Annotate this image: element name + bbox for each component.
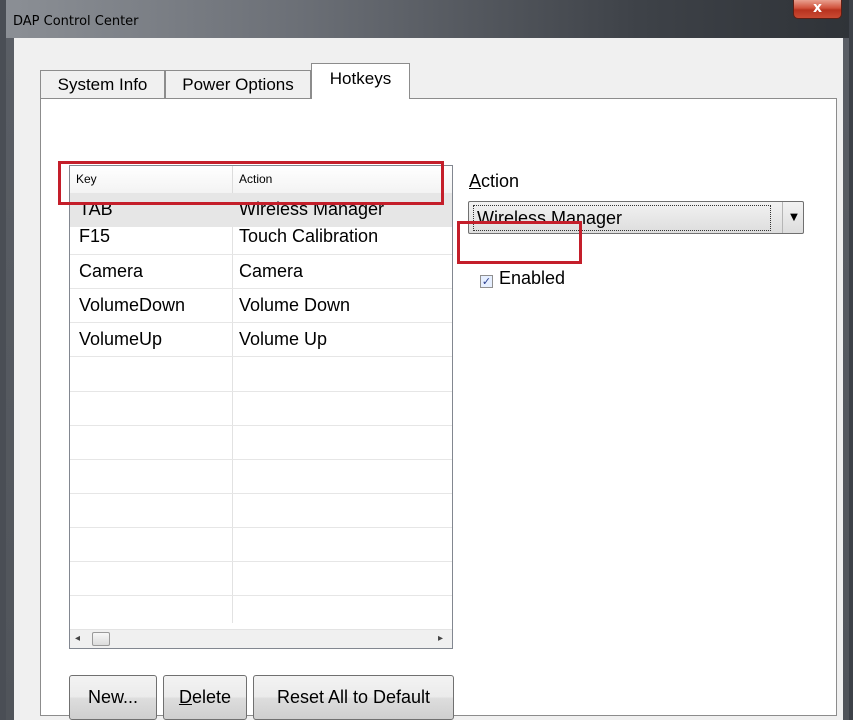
column-header-key[interactable]: Key: [70, 166, 232, 193]
action-dropdown[interactable]: Wireless Manager ▼: [468, 201, 804, 234]
empty-row-line: [70, 493, 452, 494]
action-dropdown-value: Wireless Manager: [473, 205, 771, 231]
delete-rest: elete: [191, 687, 232, 707]
tab-system-info[interactable]: System Info: [40, 70, 165, 98]
scroll-thumb[interactable]: [92, 632, 110, 646]
row-key: VolumeDown: [79, 295, 186, 315]
row-action: Volume Down: [239, 295, 351, 315]
delete-mnemonic: D: [178, 687, 192, 707]
empty-row-line: [70, 459, 452, 460]
row-key: F15: [79, 226, 111, 246]
empty-row-line: [70, 561, 452, 562]
close-button[interactable]: x: [793, 0, 842, 19]
row-action: Volume Up: [239, 329, 328, 349]
reset-all-button[interactable]: Reset All to Default: [253, 675, 454, 720]
action-label-rest: ction: [481, 171, 520, 191]
tab-power-options[interactable]: Power Options: [165, 70, 311, 98]
client-area: System Info Power Options Hotkeys Key Ac…: [14, 38, 843, 720]
list-row-volumedown[interactable]: VolumeDown Volume Down: [70, 289, 452, 323]
delete-label: Delete: [179, 687, 231, 707]
chevron-down-icon[interactable]: ▼: [782, 202, 805, 233]
action-mnemonic: A: [469, 171, 482, 191]
enabled-checkbox[interactable]: ✓: [480, 275, 493, 288]
hotkeys-tab-panel: Key Action TAB Wireless Manager F15 Touc…: [40, 98, 837, 720]
dap-control-center-window: DAP Control Center x System Info Power O…: [6, 0, 849, 720]
window-right-edge: [849, 0, 853, 720]
scroll-left-icon[interactable]: ◂: [75, 633, 80, 644]
empty-row-line: [70, 425, 452, 426]
action-label: Action: [469, 171, 519, 192]
row-action: Touch Calibration: [239, 226, 379, 246]
list-row-volumeup[interactable]: VolumeUp Volume Up: [70, 323, 452, 357]
list-row-f15[interactable]: F15 Touch Calibration: [70, 226, 452, 255]
list-row-camera[interactable]: Camera Camera: [70, 255, 452, 289]
row-action: Camera: [239, 261, 304, 281]
column-header-action[interactable]: Action: [233, 166, 452, 193]
new-button[interactable]: New...: [69, 675, 157, 720]
scroll-right-icon[interactable]: ▸: [438, 633, 443, 644]
hotkeys-list[interactable]: Key Action TAB Wireless Manager F15 Touc…: [69, 165, 453, 649]
row-key: VolumeUp: [79, 329, 163, 349]
row-key: Camera: [79, 261, 144, 281]
enabled-label[interactable]: Enabled: [499, 268, 565, 289]
empty-row-line: [70, 391, 452, 392]
close-icon: x: [812, 0, 823, 16]
list-header: Key Action: [70, 166, 452, 194]
horizontal-scrollbar[interactable]: ◂ ▸: [70, 629, 452, 648]
empty-row-line: [70, 527, 452, 528]
window-title: DAP Control Center: [13, 14, 139, 29]
empty-row-line: [70, 595, 452, 596]
delete-button[interactable]: Delete: [163, 675, 247, 720]
tab-hotkeys[interactable]: Hotkeys: [311, 63, 410, 99]
